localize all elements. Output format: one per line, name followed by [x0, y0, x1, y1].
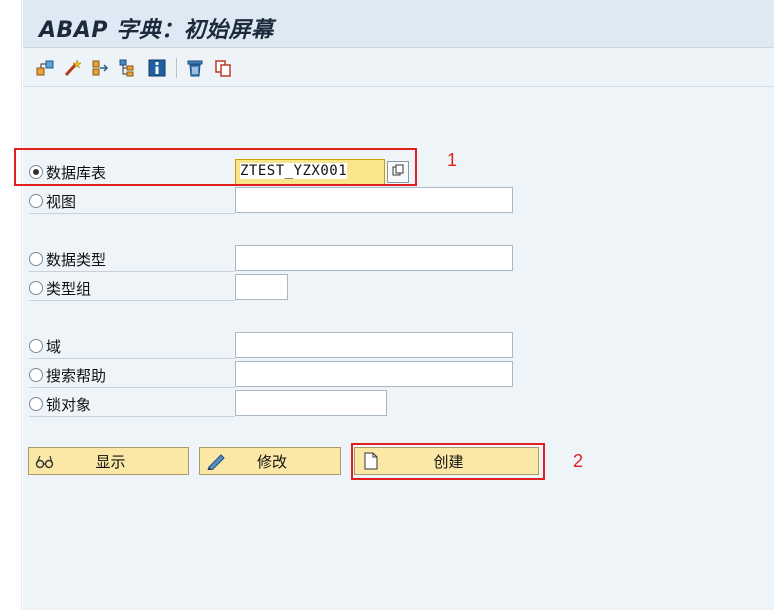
label-lock-object: 锁对象: [46, 395, 92, 414]
radio-lock-object[interactable]: [29, 397, 43, 411]
option-view[interactable]: 视图: [29, 190, 76, 212]
view-input[interactable]: [235, 187, 513, 213]
change-label: 修改: [256, 452, 287, 471]
annotation-2: 2: [573, 451, 584, 471]
data-type-input[interactable]: [235, 245, 513, 271]
change-button[interactable]: 修改: [199, 447, 341, 475]
option-data-type[interactable]: 数据类型: [29, 248, 106, 270]
row-divider: [29, 358, 235, 359]
type-group-input[interactable]: [235, 274, 288, 300]
row-divider: [29, 271, 235, 272]
radio-domain[interactable]: [29, 339, 43, 353]
domain-input[interactable]: [235, 332, 513, 358]
option-search-help[interactable]: 搜索帮助: [29, 364, 106, 386]
label-domain: 域: [46, 337, 62, 356]
page-title: ABAP 字典：初始屏幕: [39, 18, 274, 43]
highlight-box-2: [351, 443, 545, 480]
info-icon[interactable]: [147, 58, 167, 78]
option-type-group[interactable]: 类型组: [29, 277, 91, 299]
title-bar: ABAP 字典：初始屏幕: [23, 0, 774, 48]
radio-type-group[interactable]: [29, 281, 43, 295]
toolbar-separator: [176, 58, 177, 78]
row-divider: [29, 213, 235, 214]
option-domain[interactable]: 域: [29, 335, 61, 357]
label-search-help: 搜索帮助: [46, 366, 107, 385]
radio-view[interactable]: [29, 194, 43, 208]
search-help-input[interactable]: [235, 361, 513, 387]
option-lock-object[interactable]: 锁对象: [29, 393, 91, 415]
display-button[interactable]: 显示: [28, 447, 189, 475]
hierarchy-icon[interactable]: [117, 58, 137, 78]
pencil-icon: [204, 449, 228, 473]
display-label: 显示: [95, 452, 126, 471]
row-divider: [29, 387, 235, 388]
annotation-1: 1: [447, 150, 458, 170]
label-data-type: 数据类型: [46, 250, 107, 269]
radio-data-type[interactable]: [29, 252, 43, 266]
other-object-icon[interactable]: [35, 58, 55, 78]
radio-search-help[interactable]: [29, 368, 43, 382]
label-view: 视图: [46, 192, 77, 211]
glasses-icon: [33, 449, 57, 473]
delete-icon[interactable]: [185, 58, 205, 78]
activate-wand-icon[interactable]: [62, 58, 82, 78]
left-margin: [0, 0, 22, 610]
where-used-icon[interactable]: [90, 58, 110, 78]
row-divider: [29, 300, 235, 301]
application-toolbar: [23, 49, 774, 87]
lock-object-input[interactable]: [235, 390, 387, 416]
row-divider: [29, 416, 235, 417]
highlight-box-1: [14, 148, 417, 186]
main-area: ABAP 字典：初始屏幕 数据库表 ZTEST_YZX001 视图 数据类型 类…: [14, 0, 774, 610]
label-type-group: 类型组: [46, 279, 92, 298]
copy-icon[interactable]: [213, 58, 233, 78]
